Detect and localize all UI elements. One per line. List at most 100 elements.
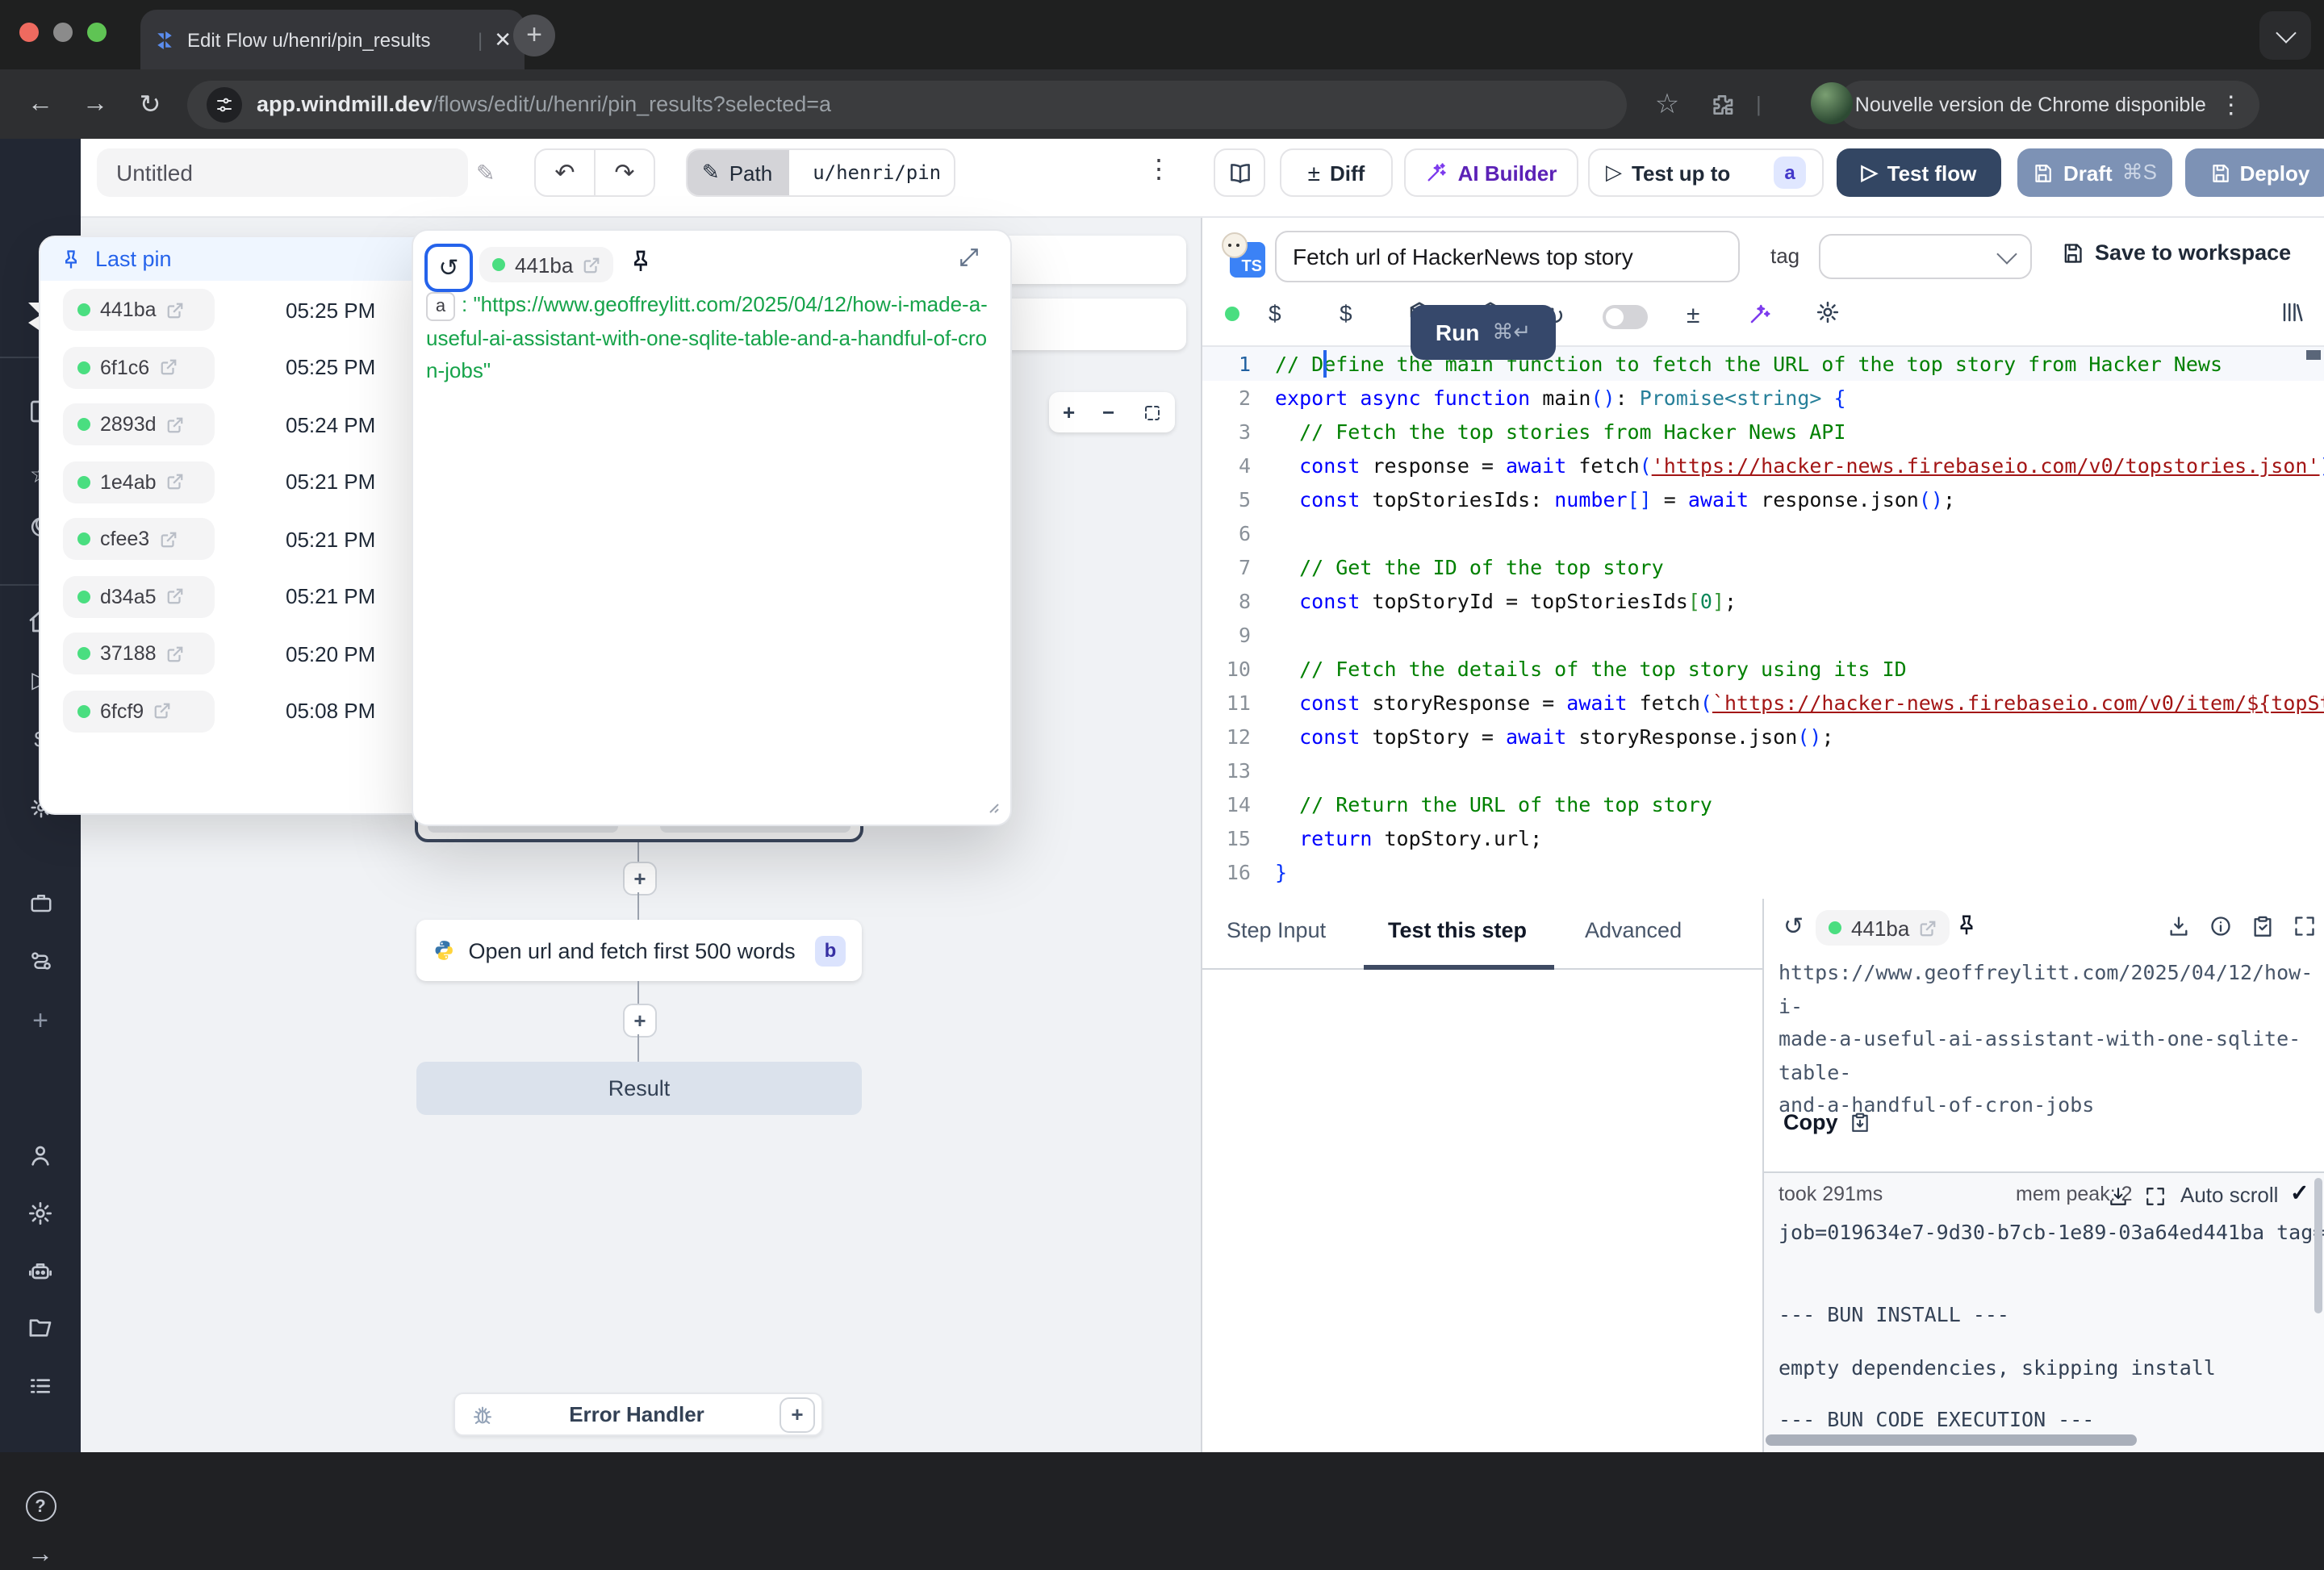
code-line[interactable]: 2export async function main(): Promise<s…	[1202, 381, 2324, 415]
test-flow-button[interactable]: ▷ Test flow	[1837, 148, 2001, 197]
download-logs-icon[interactable]	[2108, 1186, 2129, 1207]
new-tab-button[interactable]: +	[513, 15, 555, 56]
code-line[interactable]: 6	[1202, 516, 2324, 550]
close-window-button[interactable]	[19, 23, 39, 42]
kebab-menu-icon[interactable]: ⋮	[2219, 90, 2243, 119]
external-link-icon[interactable]	[159, 530, 177, 548]
job-id-pill[interactable]: d34a5	[63, 575, 215, 617]
flow-name-field[interactable]: Untitled	[97, 148, 468, 197]
sidebar-item-folder-icon[interactable]	[0, 1315, 81, 1341]
last-pin-header[interactable]: Last pin	[40, 237, 429, 281]
ai-builder-button[interactable]: AI Builder	[1404, 148, 1578, 197]
code-line[interactable]: 8 const topStoryId = topStoriesIds[0];	[1202, 584, 2324, 618]
clipboard-icon[interactable]	[2251, 915, 2274, 937]
external-link-icon[interactable]	[166, 415, 184, 433]
tab-test-this-step[interactable]: Test this step	[1388, 918, 1527, 942]
pin-list-item[interactable]: d34a505:21 PM	[40, 575, 429, 617]
sidebar-item-plus-icon[interactable]: +	[0, 1005, 81, 1038]
code-line[interactable]: 3 // Fetch the top stories from Hacker N…	[1202, 415, 2324, 449]
flow-node-python-step[interactable]: Open url and fetch first 500 words of ..…	[416, 920, 862, 981]
info-icon[interactable]	[2209, 915, 2232, 937]
history-icon[interactable]: ↺	[1783, 912, 1804, 941]
code-line[interactable]: 7 // Get the ID of the top story	[1202, 550, 2324, 584]
draft-button[interactable]: Draft ⌘S	[2017, 148, 2172, 197]
code-line[interactable]: 12 const topStory = await storyResponse.…	[1202, 720, 2324, 754]
tag-dropdown[interactable]	[1819, 234, 2032, 279]
code-line[interactable]: 13	[1202, 754, 2324, 787]
job-id-pill[interactable]: 37188	[63, 633, 215, 674]
sidebar-item-list-icon[interactable]	[0, 1373, 81, 1399]
logs-horizontal-scrollbar[interactable]	[1766, 1434, 2137, 1446]
tab-advanced[interactable]: Advanced	[1585, 918, 1682, 942]
flow-node-partial[interactable]	[1007, 236, 1186, 284]
external-link-icon[interactable]	[166, 473, 184, 491]
external-link-icon[interactable]	[1919, 919, 1937, 937]
auto-scroll-check-icon[interactable]: ✓	[2290, 1180, 2309, 1207]
sidebar-item-person-icon[interactable]	[0, 1142, 81, 1168]
step-title-input[interactable]	[1275, 231, 1740, 282]
sidebar-item-help-icon[interactable]: ?	[0, 1491, 81, 1522]
toolbar-kebab-icon[interactable]: ⋮	[1146, 153, 1172, 186]
zoom-out-icon[interactable]: −	[1102, 400, 1114, 424]
job-id-pill[interactable]: 2893d	[63, 403, 215, 445]
pin-list-item[interactable]: 1e4ab05:21 PM	[40, 461, 429, 503]
external-link-icon[interactable]	[153, 702, 171, 720]
site-settings-icon[interactable]	[207, 86, 242, 122]
toggle-switch[interactable]	[1603, 305, 1648, 329]
save-to-workspace-button[interactable]: Save to workspace	[2061, 240, 2291, 265]
external-link-icon[interactable]	[166, 587, 184, 605]
pin-icon[interactable]	[628, 248, 654, 274]
code-line[interactable]: 14 // Return the URL of the top story	[1202, 787, 2324, 821]
tab-step-input[interactable]: Step Input	[1227, 918, 1326, 942]
expand-popup-icon[interactable]	[959, 247, 980, 268]
job-id-pill[interactable]: cfee3	[63, 518, 215, 560]
job-id-pill[interactable]: 441ba	[479, 247, 613, 282]
pin-list-item[interactable]: 2893d05:24 PM	[40, 403, 429, 445]
tabstrip-chevron-button[interactable]	[2259, 11, 2311, 60]
redo-button[interactable]: ↷	[594, 148, 655, 197]
pin-list-item[interactable]: 441ba05:25 PM	[40, 289, 429, 331]
undo-button[interactable]: ↶	[534, 148, 596, 197]
pin-list-item[interactable]: 6fcf905:08 PM	[40, 690, 429, 732]
run-button[interactable]: Run ⌘↵	[1411, 305, 1556, 360]
add-error-handler-button[interactable]: +	[780, 1397, 815, 1432]
flow-node-result[interactable]: Result	[416, 1062, 862, 1115]
resources-icon[interactable]: $	[1340, 300, 1352, 326]
browser-tab[interactable]: Edit Flow u/henri/pin_results | ✕	[140, 10, 525, 69]
test-up-to-button[interactable]: ▷ Test up to a	[1588, 148, 1824, 197]
pin-list-item[interactable]: 6f1c605:25 PM	[40, 346, 429, 388]
extensions-icon[interactable]	[1695, 91, 1749, 117]
edit-name-pencil-icon[interactable]: ✎	[476, 160, 495, 187]
sidebar-item-route-icon[interactable]	[0, 949, 81, 973]
library-icon[interactable]	[2280, 300, 2305, 324]
job-id-pill[interactable]: 441ba	[63, 289, 215, 331]
back-icon[interactable]: ←	[13, 90, 68, 119]
chrome-update-button[interactable]: Nouvelle version de Chrome disponible ⋮	[1839, 80, 2259, 128]
code-line[interactable]: 11 const storyResponse = await fetch(`ht…	[1202, 686, 2324, 720]
url-input[interactable]: app.windmill.dev/flows/edit/u/henri/pin_…	[187, 80, 1627, 128]
bookmark-star-icon[interactable]: ☆	[1640, 88, 1695, 120]
auto-scroll-label[interactable]: Auto scroll	[2180, 1183, 2278, 1207]
variables-icon[interactable]: $	[1269, 300, 1281, 326]
forward-icon[interactable]: →	[68, 90, 123, 119]
fit-view-icon[interactable]	[1142, 403, 1161, 422]
code-line[interactable]: 9	[1202, 618, 2324, 652]
docs-book-button[interactable]	[1214, 148, 1265, 197]
flow-node-error-handler[interactable]: Error Handler +	[454, 1393, 823, 1436]
external-link-icon[interactable]	[583, 256, 600, 273]
external-link-icon[interactable]	[159, 358, 177, 376]
profile-avatar[interactable]	[1811, 82, 1853, 124]
code-line[interactable]: 10 // Fetch the details of the top story…	[1202, 652, 2324, 686]
settings-gear-icon[interactable]	[1816, 300, 1840, 324]
fullscreen-icon[interactable]	[2293, 915, 2316, 937]
job-id-pill[interactable]: 1e4ab	[63, 461, 215, 503]
zoom-window-button[interactable]	[87, 23, 107, 42]
resize-handle-icon[interactable]	[981, 795, 1001, 815]
job-id-pill[interactable]: 6fcf9	[63, 690, 215, 732]
code-editor[interactable]: 1// Define the main function to fetch th…	[1202, 347, 2324, 899]
pin-icon[interactable]	[1954, 913, 1979, 937]
add-step-button[interactable]: +	[623, 862, 657, 896]
tab-close-icon[interactable]: ✕	[494, 27, 512, 52]
flow-node-partial[interactable]	[1007, 299, 1186, 350]
expand-logs-icon[interactable]	[2145, 1186, 2166, 1207]
